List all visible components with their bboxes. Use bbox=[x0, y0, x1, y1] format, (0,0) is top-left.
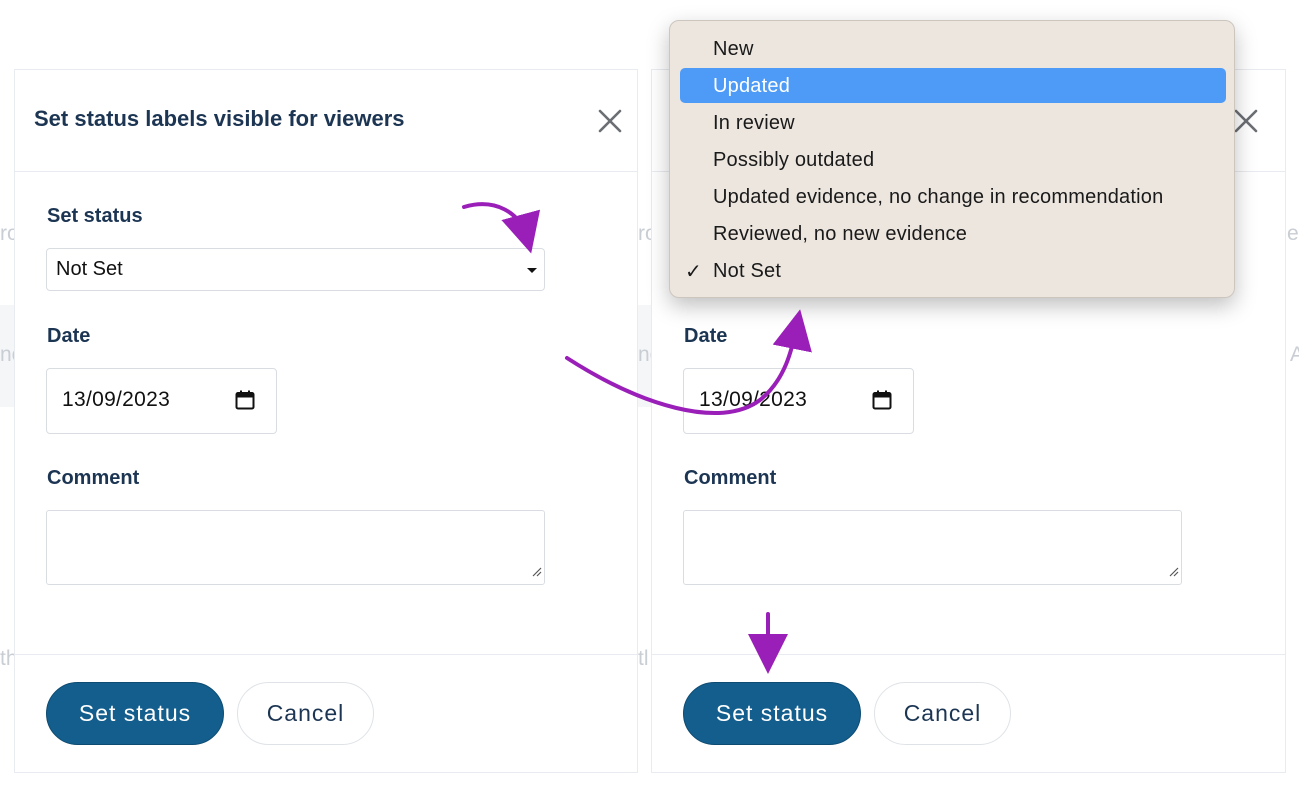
set-status-button[interactable]: Set status bbox=[683, 682, 861, 745]
date-input[interactable]: 13/09/2023 bbox=[683, 368, 914, 434]
cancel-button[interactable]: Cancel bbox=[237, 682, 374, 745]
cancel-button[interactable]: Cancel bbox=[874, 682, 1011, 745]
background-text-fragment: th bbox=[0, 647, 14, 670]
comment-field-label: Comment bbox=[684, 467, 777, 489]
option-label: Not Set bbox=[713, 260, 782, 282]
option-label: Updated bbox=[713, 75, 791, 97]
dialog-header: Set status labels visible for viewers bbox=[15, 70, 637, 172]
dropdown-option-not-set[interactable]: ✓ Not Set bbox=[680, 253, 1226, 288]
status-select[interactable]: Not Set bbox=[46, 248, 545, 291]
dialog-footer-divider bbox=[15, 654, 637, 655]
dropdown-option-reviewed-no-new-evidence[interactable]: Reviewed, no new evidence bbox=[680, 216, 1226, 251]
set-status-button[interactable]: Set status bbox=[46, 682, 224, 745]
calendar-icon[interactable] bbox=[235, 390, 255, 415]
status-select-value: Not Set bbox=[56, 258, 123, 280]
calendar-icon[interactable] bbox=[872, 390, 892, 415]
close-icon[interactable] bbox=[597, 108, 623, 134]
dropdown-option-updated[interactable]: Updated bbox=[680, 68, 1226, 103]
dialog-title: Set status labels visible for viewers bbox=[34, 106, 405, 131]
background-text-fragment: nc bbox=[0, 343, 14, 366]
date-value: 13/09/2023 bbox=[62, 388, 171, 411]
dropdown-option-updated-evidence[interactable]: Updated evidence, no change in recommend… bbox=[680, 179, 1226, 214]
date-value: 13/09/2023 bbox=[699, 388, 808, 411]
background-text-fragment: e c bbox=[1287, 222, 1299, 245]
date-field-label: Date bbox=[684, 325, 728, 347]
background-text-fragment: nc bbox=[638, 343, 651, 366]
date-field-label: Date bbox=[47, 325, 91, 347]
comment-textarea[interactable] bbox=[683, 510, 1182, 585]
status-dropdown-menu: New Updated In review Possibly outdated … bbox=[669, 20, 1235, 298]
option-label: Updated evidence, no change in recommend… bbox=[713, 186, 1164, 208]
dialog-footer-divider bbox=[652, 654, 1285, 655]
option-label: Reviewed, no new evidence bbox=[713, 223, 968, 245]
resize-handle-icon[interactable] bbox=[531, 564, 542, 582]
checkmark-icon: ✓ bbox=[685, 261, 702, 283]
dropdown-option-in-review[interactable]: In review bbox=[680, 105, 1226, 140]
comment-field-label: Comment bbox=[47, 467, 140, 489]
background-text-fragment: A bbox=[1290, 343, 1299, 366]
dropdown-option-new[interactable]: New bbox=[680, 31, 1226, 66]
option-label: In review bbox=[713, 112, 795, 134]
caret-down-icon bbox=[527, 268, 537, 273]
background-text-fragment: ro bbox=[638, 222, 651, 245]
status-dialog-before: Set status labels visible for viewers Se… bbox=[14, 69, 638, 773]
close-icon[interactable] bbox=[1233, 108, 1259, 134]
option-label: New bbox=[713, 38, 754, 60]
status-field-label: Set status bbox=[47, 205, 143, 227]
background-text-fragment: tl bbox=[638, 647, 649, 670]
date-input[interactable]: 13/09/2023 bbox=[46, 368, 277, 434]
comment-textarea[interactable] bbox=[46, 510, 545, 585]
dropdown-option-possibly-outdated[interactable]: Possibly outdated bbox=[680, 142, 1226, 177]
background-text-fragment: ro bbox=[0, 222, 14, 245]
resize-handle-icon[interactable] bbox=[1168, 564, 1179, 582]
option-label: Possibly outdated bbox=[713, 149, 875, 171]
